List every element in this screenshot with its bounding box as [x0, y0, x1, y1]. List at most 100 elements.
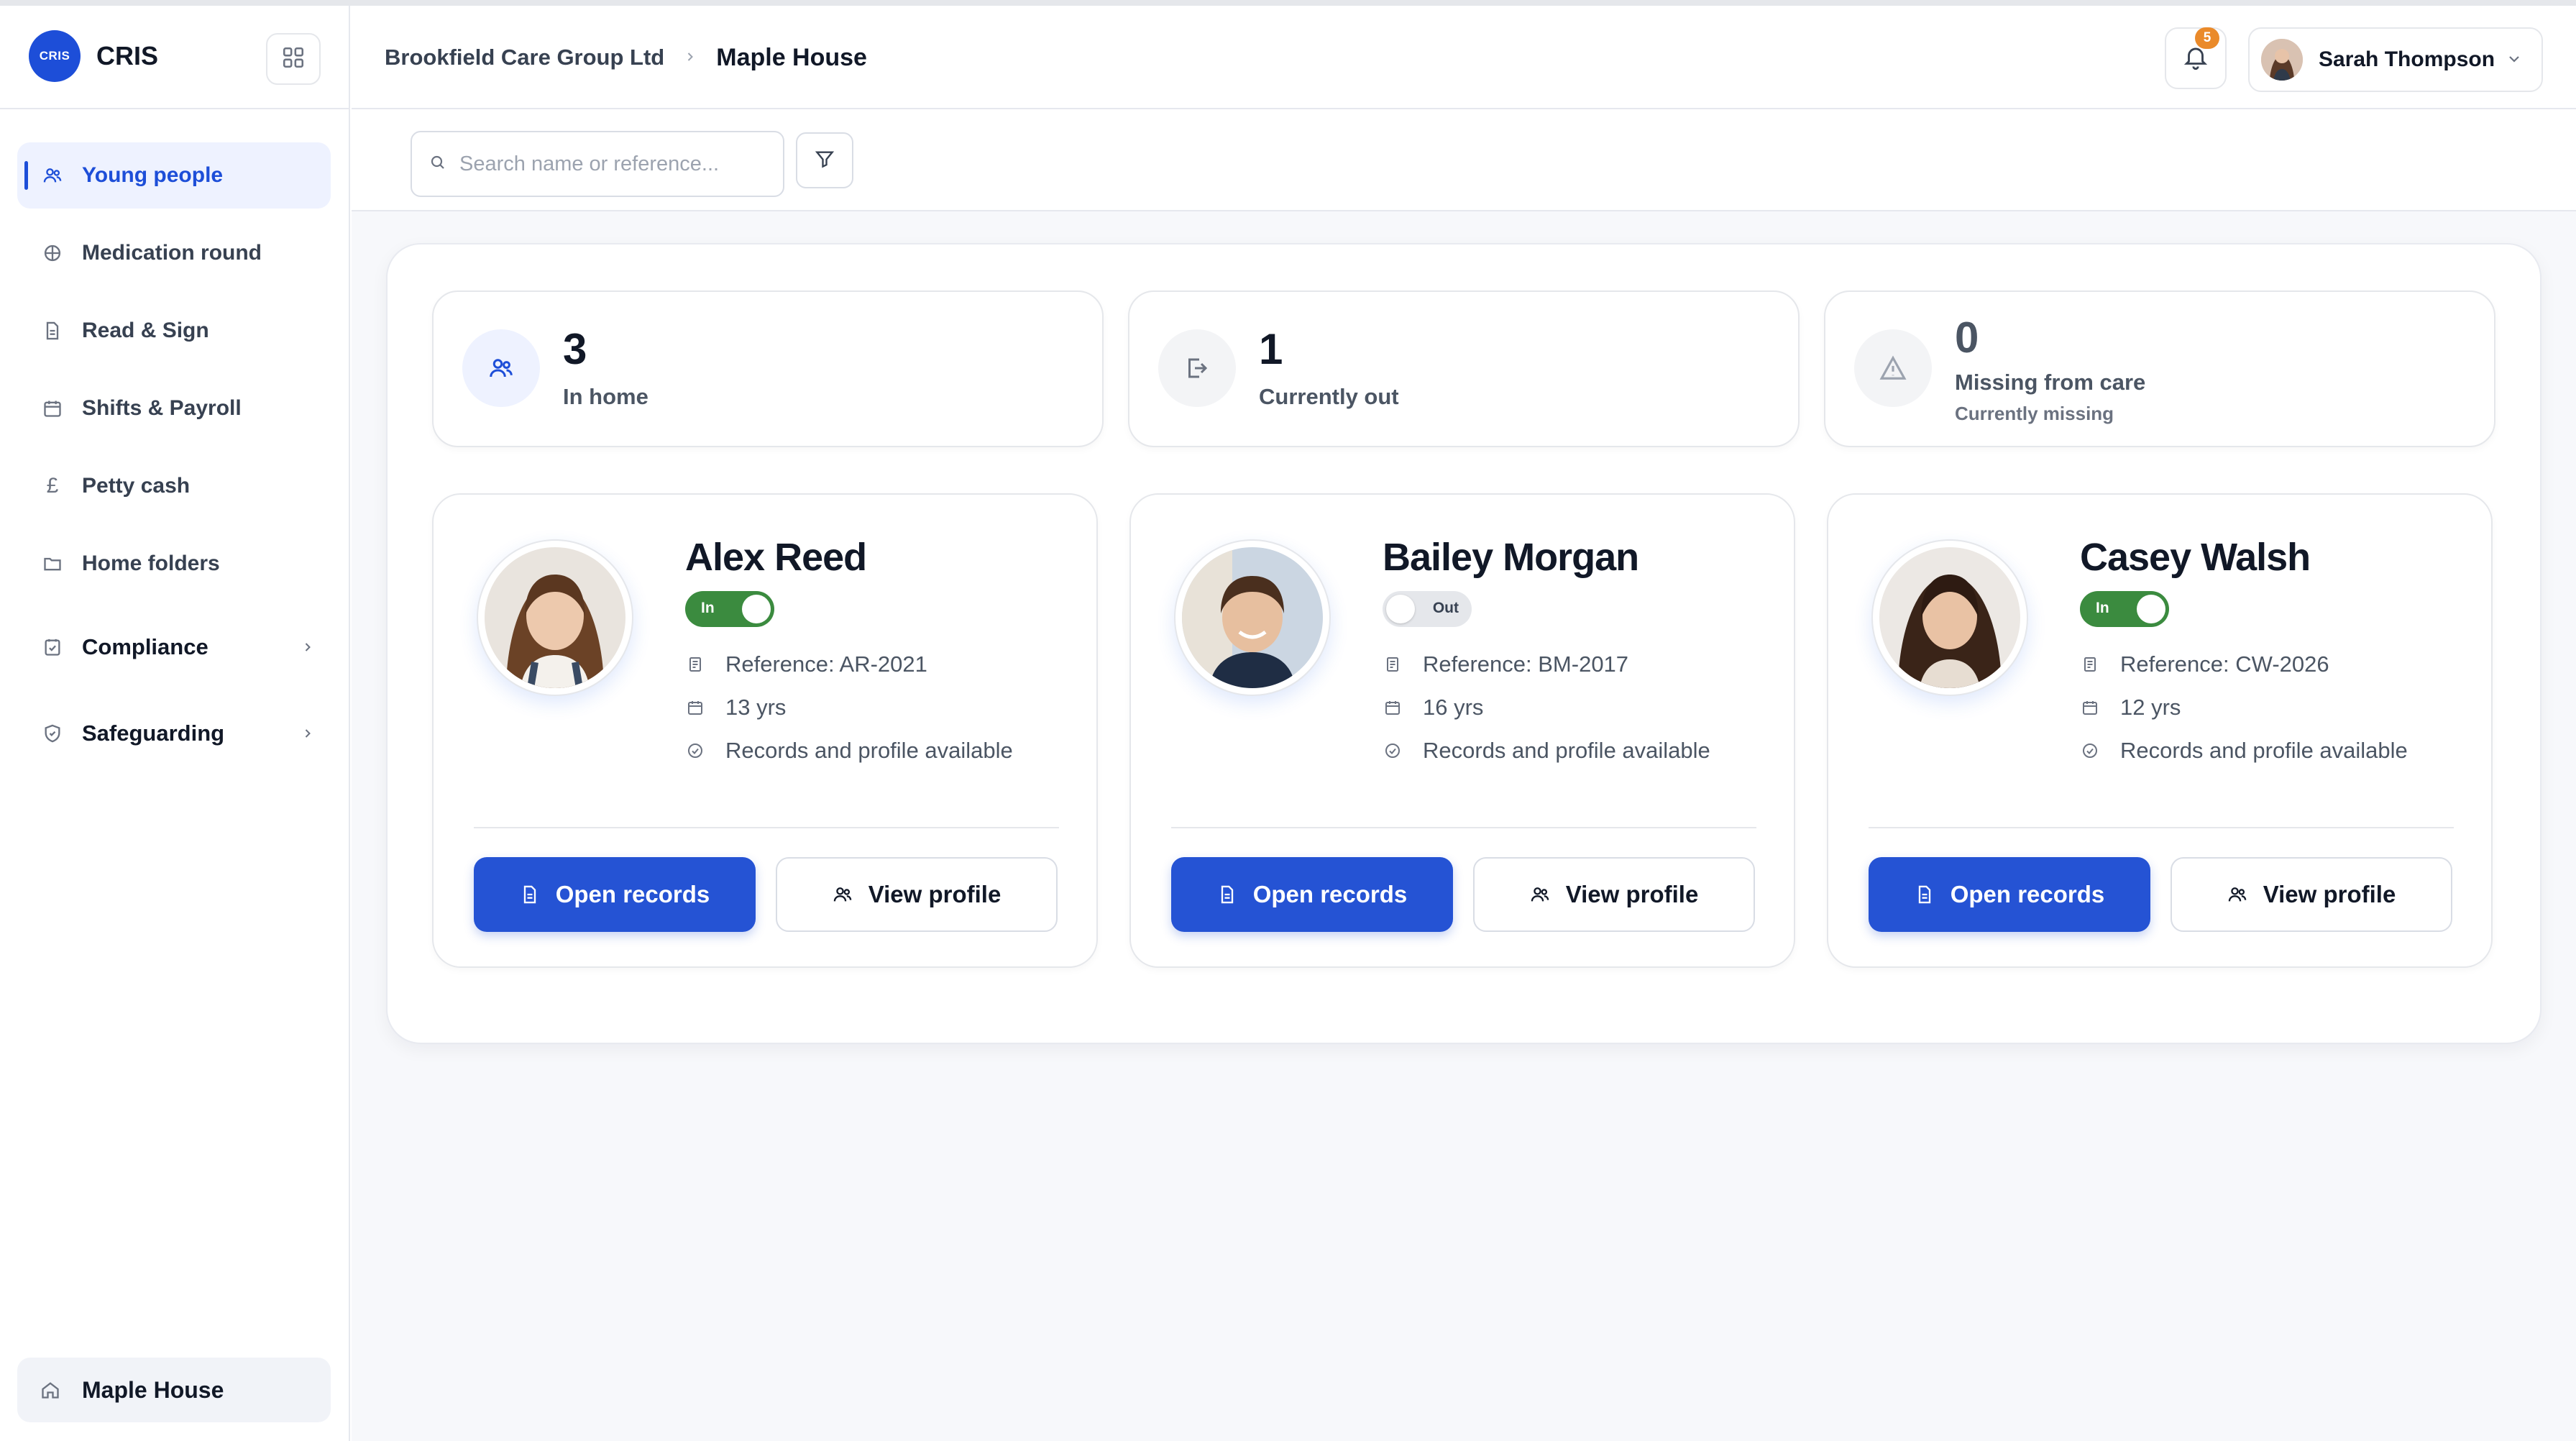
records-text: Records and profile available [725, 738, 1013, 763]
notifications-button[interactable]: 5 [2165, 27, 2227, 89]
sidebar-item-young-people[interactable]: Young people [17, 142, 331, 209]
home-icon [40, 1378, 65, 1402]
status-toggle[interactable]: In [2080, 591, 2169, 627]
sidebar-group-label: Safeguarding [82, 720, 225, 746]
age-row: 13 yrs [685, 695, 1073, 720]
app-name: CRIS [96, 41, 159, 70]
filter-button[interactable] [796, 132, 853, 188]
clipboard-check-icon [40, 635, 65, 659]
person-photo [1182, 547, 1323, 688]
person-photo [1879, 547, 2020, 688]
status-label: In [701, 600, 715, 616]
shield-icon [40, 721, 65, 746]
button-label: View profile [2263, 881, 2396, 907]
users-icon [833, 884, 853, 905]
stat-label: In home [563, 384, 648, 409]
button-label: Open records [555, 881, 710, 907]
sidebar-item-label: Medication round [82, 241, 262, 265]
users-icon [2227, 884, 2247, 905]
sidebar-item-label: Young people [82, 163, 224, 187]
check-circle-icon [685, 741, 705, 761]
stat-card-in-home: 3 In home [432, 291, 1104, 447]
chevron-down-icon [2506, 50, 2523, 71]
document-icon [40, 319, 65, 343]
sidebar-item-shifts-payroll[interactable]: Shifts & Payroll [17, 375, 331, 442]
view-profile-button[interactable]: View profile [1473, 857, 1755, 932]
sidebar-item-read-sign[interactable]: Read & Sign [17, 298, 331, 364]
records-text: Records and profile available [1423, 738, 1710, 763]
breadcrumb-organisation[interactable]: Brookfield Care Group Ltd [385, 45, 664, 70]
open-records-button[interactable]: Open records [1869, 857, 2150, 932]
open-records-button[interactable]: Open records [1171, 857, 1453, 932]
grid-icon [281, 45, 306, 73]
document-icon [1217, 884, 1237, 905]
sidebar-item-home-folders[interactable]: Home folders [17, 531, 331, 597]
current-home-selector[interactable]: Maple House [17, 1358, 331, 1422]
reference-text: Reference: BM-2017 [1423, 651, 1629, 677]
button-label: Open records [1950, 881, 2105, 907]
stat-card-missing: 0 Missing from care Currently missing [1824, 291, 2495, 447]
stat-value: 3 [563, 325, 587, 373]
sidebar-divider [0, 108, 349, 109]
card-divider [1171, 827, 1756, 828]
status-toggle[interactable]: Out [1383, 591, 1472, 627]
age-text: 13 yrs [725, 695, 787, 720]
records-row: Records and profile available [1383, 738, 1771, 764]
sidebar-item-medication-round[interactable]: Medication round [17, 220, 331, 286]
status-label: Out [1432, 600, 1459, 616]
stat-label: Missing from care [1955, 370, 2146, 395]
sidebar-group-compliance[interactable]: Compliance [17, 614, 331, 680]
top-header: Brookfield Care Group Ltd Maple House 5 … [352, 6, 2576, 109]
calendar-icon [40, 396, 65, 421]
top-border [0, 0, 2576, 6]
sidebar-item-label: Shifts & Payroll [82, 396, 242, 420]
calendar-icon [2080, 697, 2100, 718]
user-name: Sarah Thompson [2319, 47, 2495, 71]
sidebar-item-label: Petty cash [82, 474, 191, 498]
avatar[interactable] [1871, 539, 2028, 696]
folder-icon [40, 552, 65, 576]
person-name: Bailey Morgan [1383, 536, 1639, 579]
check-circle-icon [1383, 741, 1403, 761]
person-name: Casey Walsh [2080, 536, 2311, 579]
view-profile-button[interactable]: View profile [776, 857, 1058, 932]
notifications-badge: 5 [2195, 27, 2219, 49]
button-label: View profile [1565, 881, 1699, 907]
brand-logo: CRIS [29, 30, 81, 82]
search-box[interactable] [411, 131, 784, 197]
avatar [2261, 39, 2303, 81]
stat-sublabel: Currently missing [1955, 403, 2114, 424]
view-profile-button[interactable]: View profile [2171, 857, 2452, 932]
reference-row: Reference: AR-2021 [685, 651, 1073, 677]
search-input[interactable] [459, 152, 747, 176]
sidebar: CRIS CRIS Young people Medication round … [0, 6, 350, 1441]
user-menu-button[interactable]: Sarah Thompson [2248, 27, 2543, 92]
avatar[interactable] [1174, 539, 1331, 696]
pill-icon [40, 241, 65, 265]
calendar-icon [685, 697, 705, 718]
open-records-button[interactable]: Open records [474, 857, 756, 932]
chevron-right-icon [301, 634, 315, 660]
toggle-knob [742, 595, 771, 623]
warning-icon [1854, 329, 1932, 407]
person-card: Alex Reed In Reference: AR-2021 13 yrs R… [432, 493, 1098, 968]
sidebar-group-safeguarding[interactable]: Safeguarding [17, 700, 331, 767]
reference-text: Reference: CW-2026 [2120, 651, 2329, 677]
stat-value: 1 [1259, 325, 1283, 373]
sidebar-item-petty-cash[interactable]: £ Petty cash [17, 453, 331, 519]
toggle-knob [2137, 595, 2165, 623]
app-grid-button[interactable] [266, 33, 321, 85]
sidebar-item-label: Read & Sign [82, 319, 209, 342]
status-toggle[interactable]: In [685, 591, 774, 627]
card-divider [474, 827, 1059, 828]
sidebar-nav: Young people Medication round Read & Sig… [17, 142, 331, 787]
person-card: Bailey Morgan Out Reference: BM-2017 16 … [1129, 493, 1795, 968]
toggle-knob [1386, 595, 1415, 623]
records-row: Records and profile available [685, 738, 1073, 764]
id-card-icon [1383, 654, 1403, 674]
button-label: Open records [1252, 881, 1408, 907]
document-icon [520, 884, 540, 905]
brand[interactable]: CRIS CRIS [29, 30, 158, 82]
filter-icon [814, 148, 835, 173]
avatar[interactable] [477, 539, 633, 696]
